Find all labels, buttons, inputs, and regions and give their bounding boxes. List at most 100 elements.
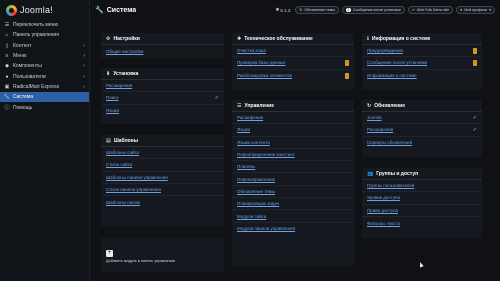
- messages-count-badge: 2: [345, 8, 351, 12]
- card-add-module: + Добавить модуль в панель управления: [101, 238, 224, 272]
- card-header-icon: ↻: [367, 102, 372, 109]
- card-title: ⬇ Установка: [106, 70, 139, 77]
- card-access: 👥 Группы и доступ Группы пользователей Уров…: [362, 168, 482, 238]
- card-title: ↻ Обновление: [367, 102, 406, 109]
- sidebar-item-label: Панель управления: [13, 32, 59, 39]
- card-link[interactable]: Уровни доступа: [362, 192, 482, 205]
- chevron-right-icon: ›: [83, 42, 85, 49]
- card-header-icon: ✚: [237, 35, 242, 42]
- card-link[interactable]: Расширения ✓: [362, 124, 482, 137]
- sidebar-item-label: Система: [13, 94, 34, 101]
- card-link[interactable]: Общие настройки: [101, 45, 224, 57]
- header: 🔧 Система ✱ 5.1.3 ↻ Обновление темы 2 Со…: [90, 0, 500, 20]
- card-title: 👥 Группы и доступ: [367, 170, 419, 177]
- card-link[interactable]: Обновление темы: [232, 186, 354, 199]
- scrollbar[interactable]: [496, 20, 499, 281]
- card-link[interactable]: Языки: [101, 105, 224, 117]
- joomla-mini-icon: ✱: [275, 7, 280, 12]
- external-link-icon: ↗: [411, 8, 415, 12]
- card-header-icon: ⬇: [106, 70, 111, 77]
- header-actions: ✱ 5.1.3 ↻ Обновление темы 2 Сообщения по…: [276, 6, 495, 14]
- joomla-logo[interactable]: Joomla!: [0, 0, 89, 20]
- sidebar-item-6[interactable]: ● Пользователи ›: [0, 71, 89, 81]
- card-link[interactable]: Серверы обновлений: [362, 137, 482, 149]
- chevron-right-icon: ›: [83, 83, 85, 90]
- card-header-icon: ☰: [237, 102, 242, 109]
- plus-icon: +: [106, 250, 113, 257]
- file-icon: ▯: [5, 42, 9, 49]
- card-update: ↻ Обновление Joomla ✓ Расширения ✓ Серверы обн…: [362, 100, 482, 157]
- card-templates: ▤ Шаблоны Шаблоны сайта Стили сайта Шаблоны …: [101, 135, 224, 226]
- chevron-right-icon: ›: [83, 63, 85, 70]
- user-icon: ●: [460, 8, 463, 12]
- card-link[interactable]: Проверка базы данных!: [232, 57, 354, 70]
- card-link[interactable]: Планировщик задач: [232, 198, 354, 211]
- card-title: ▤ Шаблоны: [106, 137, 138, 144]
- toggle-icon: ☰: [4, 22, 10, 29]
- card-link[interactable]: Перенаправления: [232, 173, 354, 186]
- card-link[interactable]: Поиск ✓: [101, 92, 224, 105]
- sidebar-item-4[interactable]: ≡ Меню ›: [0, 51, 89, 61]
- warning-badge: !: [345, 72, 349, 79]
- card-link[interactable]: Joomla ✓: [362, 112, 482, 125]
- card-link[interactable]: Информация о системе: [362, 70, 482, 82]
- card-install: ⬇ Установка Расширения Поиск ✓ Языки: [101, 68, 224, 124]
- check-icon: ✓: [214, 94, 219, 101]
- sidebar-item-label: Меню: [13, 53, 27, 60]
- site-link-button[interactable]: ↗ Web Folk Demo site: [407, 6, 454, 14]
- card-link[interactable]: Очистка кэша: [232, 45, 354, 58]
- page-title: 🔧 Система: [95, 6, 137, 15]
- card-manage: ☰ Управление Расширения Языки Языки контента…: [232, 100, 354, 266]
- card-link[interactable]: Предупреждения!: [362, 45, 482, 58]
- sidebar-item-1[interactable]: ☰ Переключить меню: [0, 20, 89, 30]
- card-link[interactable]: Права доступа: [362, 205, 482, 217]
- sidebar-item-label: Компоненты: [13, 63, 42, 70]
- theme-update-button[interactable]: ↻ Обновление темы: [295, 6, 339, 14]
- logo-text: Joomla!: [20, 5, 53, 15]
- card-link[interactable]: Языки: [232, 124, 354, 137]
- card-link[interactable]: Шаблоны писем: [101, 196, 224, 208]
- card-link[interactable]: Модули сайта: [232, 210, 354, 223]
- joomla-version: ✱ 5.1.3: [275, 7, 291, 13]
- sidebar-item-2[interactable]: ⌂ Панель управления: [0, 30, 89, 40]
- warning-badge: !: [345, 60, 349, 67]
- card-link[interactable]: Модули панели управления: [232, 223, 354, 235]
- card-settings: ⚙ Настройки Общие настройки: [101, 33, 224, 58]
- sidebar: Joomla! ☰ Переключить меню ⌂ Панель управле…: [0, 0, 90, 281]
- card-link[interactable]: Группы пользователей: [362, 180, 482, 193]
- card-link[interactable]: Плагины: [232, 161, 354, 174]
- check-icon: ✓: [472, 114, 477, 121]
- profile-button[interactable]: ● Мой профиль ▾: [456, 6, 495, 14]
- refresh-icon: ↻: [299, 8, 303, 12]
- card-link[interactable]: Сообщения после установки!: [362, 57, 482, 70]
- card-info: ℹ Информация о системе Предупреждения! Сооб…: [362, 33, 482, 90]
- card-link[interactable]: Расширения: [232, 112, 354, 125]
- sidebar-item-label: Переключить меню: [13, 22, 59, 29]
- chevron-down-icon: ▾: [489, 8, 491, 12]
- sidebar-item-7[interactable]: ▣ RadicalMart Express ›: [0, 82, 89, 92]
- card-link[interactable]: Шаблоны сайта: [101, 147, 224, 160]
- add-module-button[interactable]: + Добавить модуль в панель управления: [106, 250, 175, 263]
- card-link[interactable]: Фильтры текста: [362, 217, 482, 229]
- sidebar-item-label: Помощь: [13, 104, 33, 111]
- joomla-logo-icon: [6, 4, 17, 16]
- home-icon: ⌂: [5, 32, 9, 39]
- card-link[interactable]: Стили панели управления: [101, 184, 224, 197]
- card-header-icon: ℹ: [367, 35, 369, 42]
- card-link[interactable]: Расширения: [101, 80, 224, 93]
- sidebar-item-9[interactable]: ⓘ Помощь: [0, 102, 89, 112]
- sidebar-item-3[interactable]: ▯ Контент ›: [0, 41, 89, 51]
- chevron-right-icon: ›: [83, 73, 85, 80]
- card-link[interactable]: Переопределение констант: [232, 149, 354, 162]
- card-link[interactable]: Стили сайта: [101, 159, 224, 172]
- sidebar-item-8[interactable]: 🔧 Система: [0, 92, 89, 103]
- card-link[interactable]: Языки контента: [232, 137, 354, 149]
- card-link[interactable]: Шаблоны панели управления: [101, 172, 224, 184]
- sidebar-item-5[interactable]: ◆ Компоненты ›: [0, 61, 89, 71]
- cart-icon: ▣: [4, 83, 10, 90]
- post-install-messages-button[interactable]: 2 Сообщения после установки: [341, 6, 405, 14]
- add-module-label: Добавить модуль в панель управления: [106, 259, 176, 263]
- card-link[interactable]: Разблокировка элементов!: [232, 70, 354, 82]
- cube-icon: ◆: [5, 63, 9, 70]
- card-title: ✚ Техническое обслуживание: [237, 35, 313, 42]
